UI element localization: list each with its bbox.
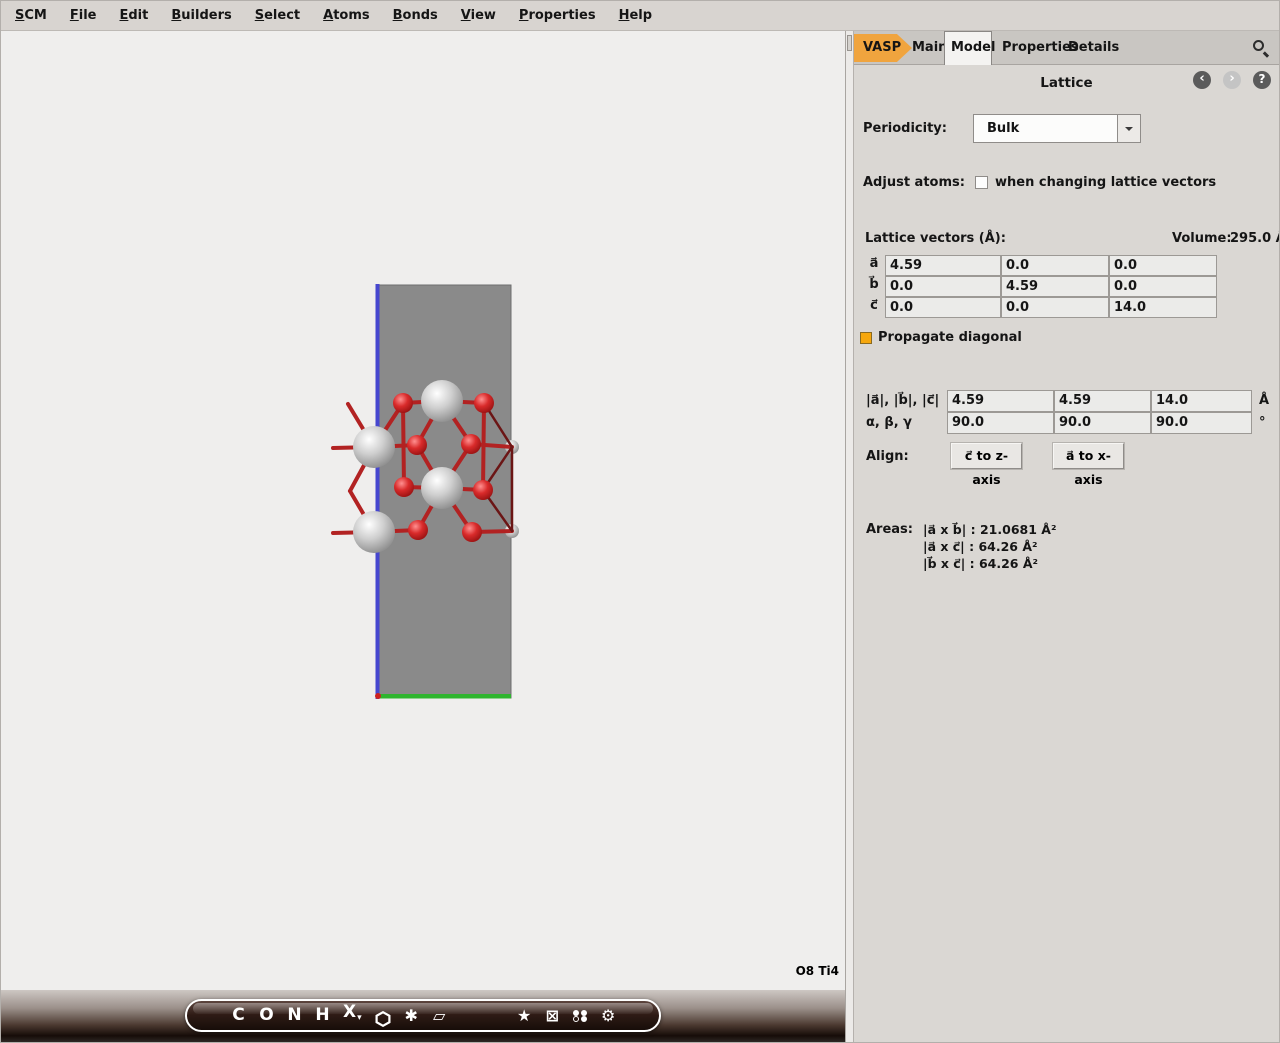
areas-values: |a⃗ x b⃗| : 21.0681 Å² |a⃗ x c⃗| : 64.26… — [923, 522, 1056, 573]
propagate-diagonal-checkbox[interactable] — [860, 332, 872, 344]
nav-back-button[interactable]: ‹ — [1193, 71, 1211, 89]
menu-bar: SCM File Edit Builders Select Atoms Bond… — [1, 1, 1279, 31]
periodicity-value: Bulk — [974, 115, 1117, 142]
element-nitrogen-button[interactable]: N — [287, 1001, 302, 1030]
adjust-atoms-checkbox-label: when changing lattice vectors — [995, 175, 1216, 190]
periodicity-dropdown[interactable]: Bulk — [973, 114, 1141, 143]
area-ab: |a⃗ x b⃗| : 21.0681 Å² — [923, 522, 1056, 539]
element-hydrogen-button[interactable]: H — [315, 1001, 330, 1030]
menu-bonds[interactable]: Bonds — [388, 6, 443, 25]
structure-tool-button[interactable]: ✱ — [404, 1001, 419, 1030]
page-title: Lattice — [854, 75, 1279, 91]
vector-c-label: c⃗ — [866, 298, 882, 313]
adjust-atoms-checkbox[interactable] — [975, 176, 988, 189]
input-panel: VASP Main Model Properties Details Latti… — [854, 31, 1279, 1042]
plane-tool-button[interactable]: ▱ — [432, 1001, 447, 1030]
magnitude-b-field[interactable]: 4.59 — [1054, 390, 1151, 412]
splitter-grip[interactable] — [847, 35, 852, 51]
application-window: SCM File Edit Builders Select Atoms Bond… — [0, 0, 1280, 1043]
menu-help[interactable]: Help — [614, 6, 657, 25]
align-a-x-button[interactable]: a⃗ to x-axis — [1053, 443, 1124, 469]
lattice-b-x-field[interactable]: 0.0 — [885, 276, 1001, 297]
caret-down-icon: ▾ — [357, 1013, 362, 1023]
magnitude-c-field[interactable]: 14.0 — [1151, 390, 1252, 412]
vector-a-label: a⃗ — [866, 256, 882, 271]
dropdown-arrow-icon[interactable] — [1117, 115, 1140, 142]
molecule-viewport[interactable]: O8 Ti4 C O N H X▾ ✱ ▱ ★ ⊠ — [1, 31, 846, 1042]
favorites-tool-button[interactable]: ★ — [517, 1001, 532, 1030]
lattice-c-y-field[interactable]: 0.0 — [1001, 297, 1109, 318]
area-bc: |b⃗ x c⃗| : 64.26 Å² — [923, 556, 1056, 573]
angstrom-unit: Å — [1259, 393, 1269, 408]
lattice-a-x-field[interactable]: 4.59 — [885, 255, 1001, 276]
element-oxygen-button[interactable]: O — [259, 1001, 274, 1030]
vector-b-label: b⃗ — [866, 277, 882, 292]
unit-cell-tool-button[interactable]: ⊠ — [545, 1001, 560, 1030]
element-carbon-button[interactable]: C — [231, 1001, 246, 1030]
menu-view[interactable]: View — [456, 6, 501, 25]
menu-atoms[interactable]: Atoms — [318, 6, 375, 25]
menu-scm[interactable]: SCM — [10, 6, 52, 25]
panel-splitter[interactable] — [846, 31, 854, 1042]
lattice-c-z-field[interactable]: 14.0 — [1109, 297, 1217, 318]
angle-gamma-field[interactable]: 90.0 — [1151, 412, 1252, 434]
lattice-b-y-field[interactable]: 4.59 — [1001, 276, 1109, 297]
align-c-z-button[interactable]: c⃗ to z-axis — [951, 443, 1022, 469]
propagate-diagonal-label: Propagate diagonal — [878, 330, 1022, 345]
areas-label: Areas: — [866, 522, 913, 537]
search-icon[interactable] — [1252, 39, 1270, 57]
formula-status: O8 Ti4 — [796, 964, 839, 978]
menu-builders[interactable]: Builders — [166, 6, 236, 25]
build-toolbar: C O N H X▾ ✱ ▱ ★ ⊠ ⚙ — [185, 999, 661, 1032]
lattice-b-z-field[interactable]: 0.0 — [1109, 276, 1217, 297]
element-x-picker-button[interactable]: X▾ — [343, 998, 362, 1033]
adjust-atoms-label: Adjust atoms: — [863, 175, 965, 190]
magnitudes-label: |a⃗|, |b⃗|, |c⃗| — [866, 393, 939, 408]
align-label: Align: — [866, 449, 909, 464]
angles-label: α, β, γ — [866, 415, 912, 430]
menu-file[interactable]: File — [65, 6, 102, 25]
angle-alpha-field[interactable]: 90.0 — [947, 412, 1054, 434]
hexagon-icon — [375, 1011, 391, 1027]
volume-value: 295.0 Å³ — [1230, 231, 1280, 246]
ring-tool-button[interactable] — [375, 1004, 391, 1027]
degree-unit: ° — [1259, 415, 1266, 430]
tab-vasp[interactable]: VASP — [854, 34, 912, 62]
lattice-a-z-field[interactable]: 0.0 — [1109, 255, 1217, 276]
lattice-page: Lattice ‹ › ? Periodicity: Bulk Adjust a… — [854, 65, 1279, 1042]
tab-details[interactable]: Details — [1062, 31, 1125, 65]
tab-model[interactable]: Model — [944, 31, 992, 65]
volume-label: Volume: — [1172, 231, 1232, 246]
menu-select[interactable]: Select — [250, 6, 305, 25]
crystal-structure[interactable] — [1, 31, 846, 1042]
lattice-a-y-field[interactable]: 0.0 — [1001, 255, 1109, 276]
lattice-vectors-label: Lattice vectors (Å): — [865, 231, 1006, 246]
menu-edit[interactable]: Edit — [114, 6, 153, 25]
area-ac: |a⃗ x c⃗| : 64.26 Å² — [923, 539, 1056, 556]
periodicity-label: Periodicity: — [863, 121, 947, 136]
menu-properties[interactable]: Properties — [514, 6, 601, 25]
lattice-c-x-field[interactable]: 0.0 — [885, 297, 1001, 318]
help-button[interactable]: ? — [1253, 71, 1271, 89]
magnitude-a-field[interactable]: 4.59 — [947, 390, 1054, 412]
settings-tool-button[interactable]: ⚙ — [601, 1001, 616, 1030]
angle-beta-field[interactable]: 90.0 — [1054, 412, 1151, 434]
panel-tab-bar: VASP Main Model Properties Details — [854, 31, 1279, 65]
nav-forward-button[interactable]: › — [1223, 71, 1241, 89]
